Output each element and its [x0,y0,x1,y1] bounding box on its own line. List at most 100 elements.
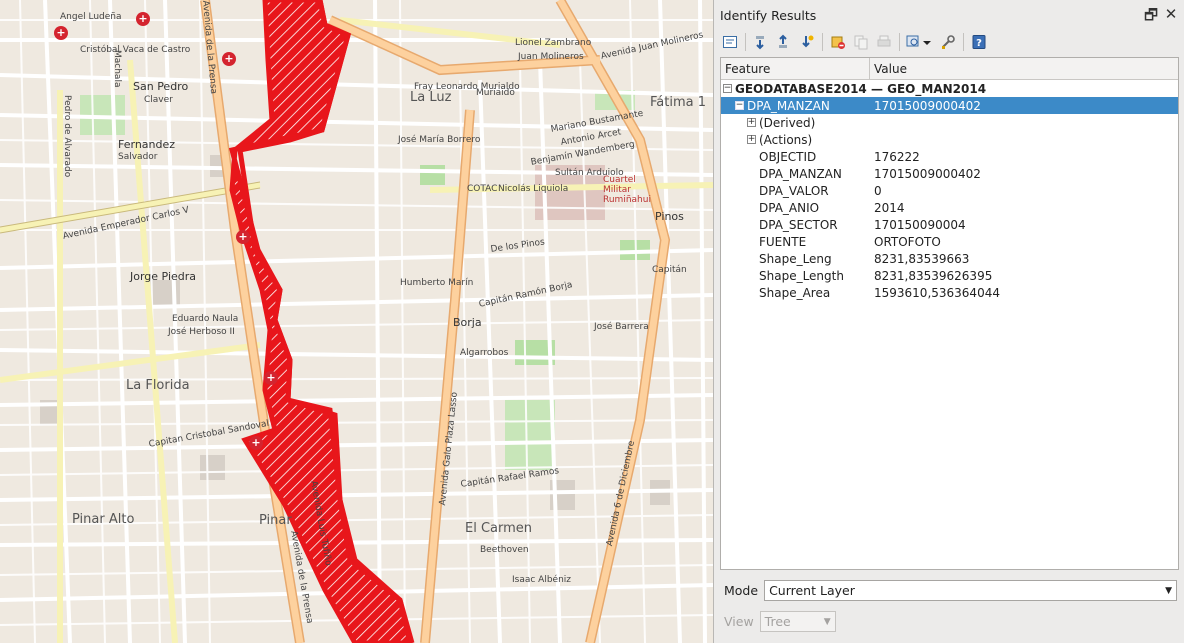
tree-row[interactable]: DPA_MANZAN 17015009000402 [721,165,1178,182]
map-label: Machala [112,50,122,88]
map-label: COTAC [467,184,498,194]
view-row: View Tree ▼ [724,611,836,632]
map-label: Capitán [652,265,687,275]
collapse-node-icon[interactable]: − [735,101,744,110]
tree-row[interactable]: OBJECTID 176222 [721,148,1178,165]
tree-row[interactable]: Shape_Area 1593610,536364044 [721,284,1178,301]
print-icon[interactable] [874,32,894,52]
map-label: Eduardo Naula [172,314,239,324]
feature-value: 176222 [874,149,920,164]
feature-value: 0 [874,183,882,198]
settings-icon[interactable] [938,32,958,52]
map-label: Nicolás Liquiola [498,184,569,194]
feature-name: Shape_Area [759,285,831,300]
map-label: Isaac Albéniz [512,575,572,585]
tree-row[interactable]: Shape_Length 8231,83539626395 [721,267,1178,284]
identify-select-icon[interactable] [905,32,935,52]
feature-name: DPA_MANZAN [759,166,842,181]
tree-row[interactable]: − GEODATABASE2014 — GEO_MAN2014 [721,80,1178,97]
view-select[interactable]: Tree ▼ [759,611,836,632]
tree-header: Feature Value [721,58,1178,80]
feature-value: 1593610,536364044 [874,285,1000,300]
feature-name: Shape_Length [759,268,844,283]
view-label: View [724,614,754,629]
tree-rows: − GEODATABASE2014 — GEO_MAN2014− DPA_MANZA… [721,80,1178,301]
svg-text:?: ? [976,38,982,49]
close-panel-icon[interactable]: ✕ [1164,5,1178,30]
hospital-icon: + [249,436,263,450]
feature-name: (Derived) [759,115,816,130]
feature-name: Shape_Leng [759,251,832,266]
map-label: La Luz [410,90,452,105]
feature-name: FUENTE [759,234,807,249]
map-label: San Pedro [133,80,189,93]
expand-all-icon[interactable] [751,32,771,52]
map-label: José Barrera [594,322,649,332]
view-select-value: Tree [764,614,791,629]
collapse-node-icon[interactable]: − [723,84,732,93]
map-label: Jorge Piedra [130,270,197,283]
mode-select-value: Current Layer [769,583,855,598]
copy-feature-icon[interactable] [851,32,871,52]
map-label: Claver [144,95,173,105]
tree-row[interactable]: FUENTE ORTOFOTO [721,233,1178,250]
feature-name: OBJECTID [759,149,817,164]
map-label: Cristóbal Vaca de Castro [80,45,191,55]
tree-row[interactable]: DPA_ANIO 2014 [721,199,1178,216]
map-label: José Herboso II [168,327,235,337]
map-label: Humberto Marín [400,278,474,288]
tree-row[interactable]: + (Derived) [721,114,1178,131]
map-label: Algarrobos [460,348,509,358]
feature-name: DPA_ANIO [759,200,820,215]
map-label: Juan Molineros [518,52,584,62]
map-label: El Carmen [465,521,533,536]
mode-select[interactable]: Current Layer ▼ [764,580,1178,601]
hospital-icon: + [264,371,278,385]
expand-new-icon[interactable] [797,32,817,52]
map-label: Sultán Arduiolo [555,168,624,178]
results-tree[interactable]: Feature Value − GEODATABASE2014 — GEO_MAN… [720,57,1179,570]
float-panel-icon[interactable]: 🗗 [1144,5,1158,30]
tree-row[interactable]: + (Actions) [721,131,1178,148]
map-label: Pinar Alto [72,512,135,527]
map-label: La Florida [126,378,190,393]
map-canvas[interactable]: + + + + + + Angel Ludeña Cristóbal Vaca … [0,0,713,643]
feature-value: 2014 [874,200,905,215]
expand-node-icon[interactable]: + [747,135,756,144]
feature-value: 170150090004 [874,217,966,232]
tree-row[interactable]: DPA_SECTOR 170150090004 [721,216,1178,233]
tree-row[interactable]: Shape_Leng 8231,83539663 [721,250,1178,267]
hospital-icon: + [222,52,236,66]
identify-results-panel: Identify Results 🗗 ✕ ? Feature Value − G… [713,0,1184,643]
feature-value: 8231,83539626395 [874,268,993,283]
map-label: Angel Ludeña [60,12,122,22]
hospital-icon: + [136,12,150,26]
map-label: Salvador [118,152,158,162]
identify-toolbar: ? [720,31,989,53]
chevron-down-icon: ▼ [823,616,831,627]
mode-label: Mode [724,583,759,598]
tree-row[interactable]: − DPA_MANZAN 17015009000402 [721,97,1178,114]
expand-tree-icon[interactable] [720,32,740,52]
feature-name: DPA_SECTOR [759,217,838,232]
map-label: Pinos [655,210,684,223]
map-label: Cuartel Militar Rumiñahui [603,175,651,205]
map-label: Fray Leonardo Murialdo [414,82,520,92]
value-column-header[interactable]: Value [870,58,911,79]
tree-row[interactable]: DPA_VALOR 0 [721,182,1178,199]
map-label: Borja [453,316,482,329]
map-label: José María Borrero [398,135,481,145]
feature-value: 17015009000402 [874,98,981,113]
feature-name: (Actions) [759,132,813,147]
chevron-down-icon: ▼ [1165,585,1173,596]
clear-results-icon[interactable] [828,32,848,52]
expand-node-icon[interactable]: + [747,118,756,127]
feature-column-header[interactable]: Feature [721,58,870,79]
map-label: Beethoven [480,545,529,555]
collapse-all-icon[interactable] [774,32,794,52]
panel-title: Identify Results [720,8,817,23]
feature-value: ORTOFOTO [874,234,941,249]
help-icon[interactable]: ? [969,32,989,52]
feature-value: 8231,83539663 [874,251,970,266]
map-label: Lionel Zambrano [515,38,592,48]
